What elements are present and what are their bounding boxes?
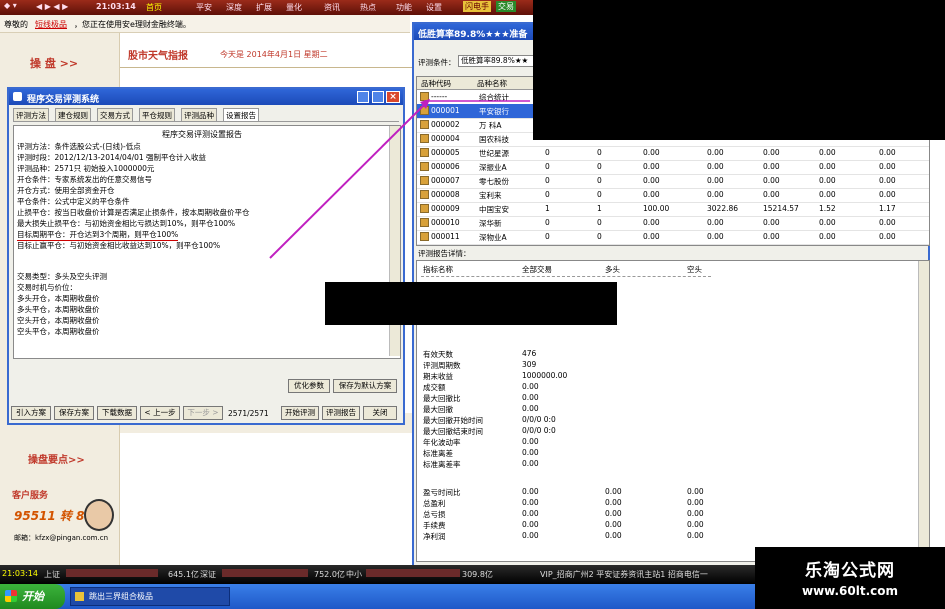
status-zx: 中小 (346, 570, 362, 579)
windows-icon (5, 590, 17, 602)
start-button[interactable]: 开始 (0, 584, 65, 609)
status-sz-volume: 752.0亿 (314, 570, 345, 579)
status-sh: 上证 (44, 570, 60, 579)
annotation-arrow (269, 99, 530, 259)
status-sz: 深证 (200, 570, 216, 579)
status-time: 21:03:14 (2, 569, 38, 578)
status-zx-volume: 309.8亿 (462, 570, 493, 579)
task-app-icon (75, 592, 84, 601)
status-sz-values (222, 569, 308, 577)
task-item-label: 跳出三界组合极品 (89, 592, 153, 601)
status-zx-values (366, 569, 460, 577)
watermark-logo: 乐淘公式网 www.60lt.com (755, 547, 945, 609)
status-sh-volume: 645.1亿 (168, 570, 199, 579)
task-item[interactable]: 跳出三界组合极品 (70, 587, 230, 606)
status-news[interactable]: VIP_招商广州2 平安证券资讯主站1 招商电信一 (540, 569, 708, 580)
watermark-url: www.60lt.com (801, 584, 899, 598)
start-label: 开始 (22, 590, 44, 603)
watermark-cn: 乐淘公式网 (805, 561, 895, 581)
arrow-line (269, 103, 426, 259)
status-sh-values (66, 569, 158, 577)
